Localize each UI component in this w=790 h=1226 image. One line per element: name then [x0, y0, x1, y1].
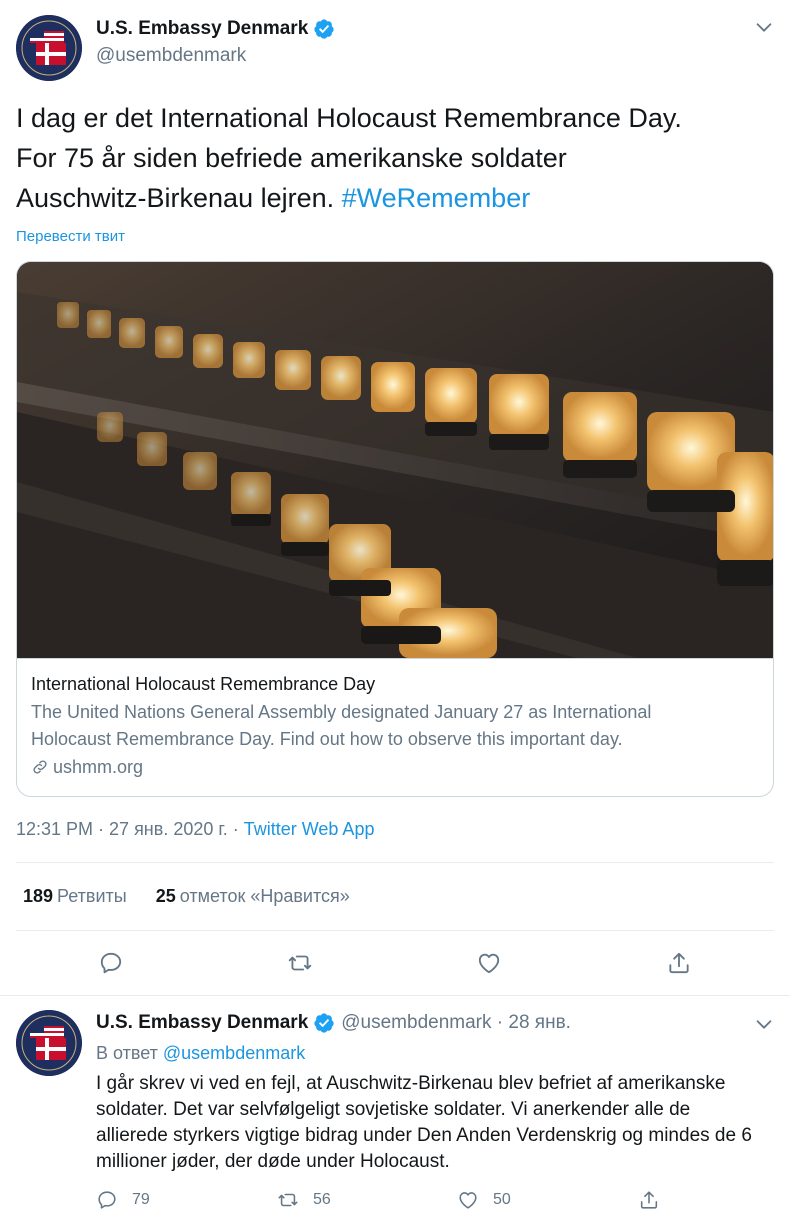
heart-icon: [459, 1192, 477, 1209]
reply-retweets-count: 56: [313, 1191, 331, 1208]
avatar[interactable]: [16, 15, 82, 81]
reply-like-button[interactable]: 50: [457, 1189, 511, 1211]
verified-badge-icon: [314, 1013, 334, 1033]
retweet-button[interactable]: [285, 948, 315, 978]
retweet-icon: [278, 1193, 298, 1207]
link-icon: [33, 760, 47, 774]
card-title: International Holocaust Remembrance Day: [31, 674, 376, 694]
reply-share-button[interactable]: [638, 1189, 674, 1211]
share-icon: [640, 1191, 658, 1209]
divider: [16, 862, 774, 863]
reply-avatar[interactable]: [16, 1010, 82, 1076]
divider: [0, 995, 790, 996]
author-handle[interactable]: @usembdenmark: [96, 45, 246, 67]
author-name[interactable]: U.S. Embassy Denmark: [96, 18, 335, 40]
card-domain: ushmm.org: [31, 753, 761, 781]
reply-text: I går skrev vi ved en fejl, at Auschwitz…: [96, 1073, 752, 1172]
retweets-count: 189: [23, 886, 54, 906]
card-body: International Holocaust Remembrance Day …: [17, 658, 773, 781]
embassy-seal-logo: [16, 15, 82, 81]
tweet-text-line-end: Auschwitz-Birkenau lejren.: [16, 183, 342, 213]
reply-likes-count: 50: [493, 1191, 511, 1208]
embassy-seal-logo: [16, 1010, 82, 1076]
tweet-timestamp[interactable]: 12:31 PM · 27 янв. 2020 г. ·: [16, 819, 244, 839]
share-icon: [669, 952, 689, 974]
tweet-text-line-3: Auschwitz-Birkenau lejren. #WeRemember: [16, 178, 776, 218]
chevron-down-icon[interactable]: [753, 1013, 775, 1035]
tweet-text: I dag er det International Holocaust Rem…: [16, 98, 776, 218]
reply-handle-date[interactable]: @usembdenmark · 28 янв.: [341, 1012, 571, 1034]
replying-to-prefix: В ответ: [96, 1043, 163, 1063]
likes-count: 25: [155, 886, 176, 906]
tweet-text-line: For 75 år siden befriede amerikanske sol…: [16, 143, 567, 173]
reply-retweet-button[interactable]: 56: [277, 1189, 331, 1211]
card-description: The United Nations General Assembly desi…: [31, 699, 761, 753]
card-description-line: Holocaust Remembrance Day. Find out how …: [31, 729, 623, 749]
tweet-source-link[interactable]: Twitter Web App: [244, 819, 375, 839]
reply-replies-count: 79: [132, 1191, 150, 1208]
heart-icon: [478, 953, 500, 974]
translate-tweet-link[interactable]: Перевести твит: [16, 228, 125, 245]
retweets-stat[interactable]: 189 Ретвиты: [23, 886, 127, 906]
reply-icon: [98, 1191, 116, 1209]
tweet-meta: 12:31 PM · 27 янв. 2020 г. · Twitter Web…: [16, 819, 374, 840]
link-card[interactable]: International Holocaust Remembrance Day …: [16, 261, 774, 797]
reply-icon: [100, 952, 122, 974]
author-name-text[interactable]: U.S. Embassy Denmark: [96, 18, 308, 40]
like-button[interactable]: [474, 948, 504, 978]
share-button[interactable]: [664, 948, 694, 978]
replying-to-handle[interactable]: @usembdenmark: [163, 1043, 305, 1063]
tweet-stats: 189 Ретвиты 25 отметок «Нравится»: [23, 886, 350, 907]
card-domain-text: ushmm.org: [53, 757, 144, 777]
chevron-down-icon[interactable]: [753, 16, 775, 38]
hashtag-link[interactable]: #WeRemember: [342, 183, 531, 213]
verified-badge-icon: [314, 19, 334, 39]
reply-button[interactable]: [96, 948, 126, 978]
replying-to: В ответ @usembdenmark: [96, 1043, 305, 1064]
reply-author-name[interactable]: U.S. Embassy Denmark: [96, 1012, 308, 1034]
likes-label: отметок «Нравится»: [179, 886, 350, 906]
reply-reply-button[interactable]: 79: [96, 1189, 150, 1211]
retweet-icon: [288, 955, 312, 971]
retweets-label: Ретвиты: [57, 886, 127, 906]
likes-stat[interactable]: 25 отметок «Нравится»: [156, 886, 350, 906]
candles-photo: [17, 262, 773, 658]
tweet-text-line: I dag er det International Holocaust Rem…: [16, 103, 682, 133]
reply-header: U.S. Embassy Denmark @usembdenmark · 28 …: [96, 1012, 571, 1034]
card-image: [17, 262, 773, 658]
divider: [16, 930, 774, 931]
card-description-line: The United Nations General Assembly desi…: [31, 702, 652, 722]
